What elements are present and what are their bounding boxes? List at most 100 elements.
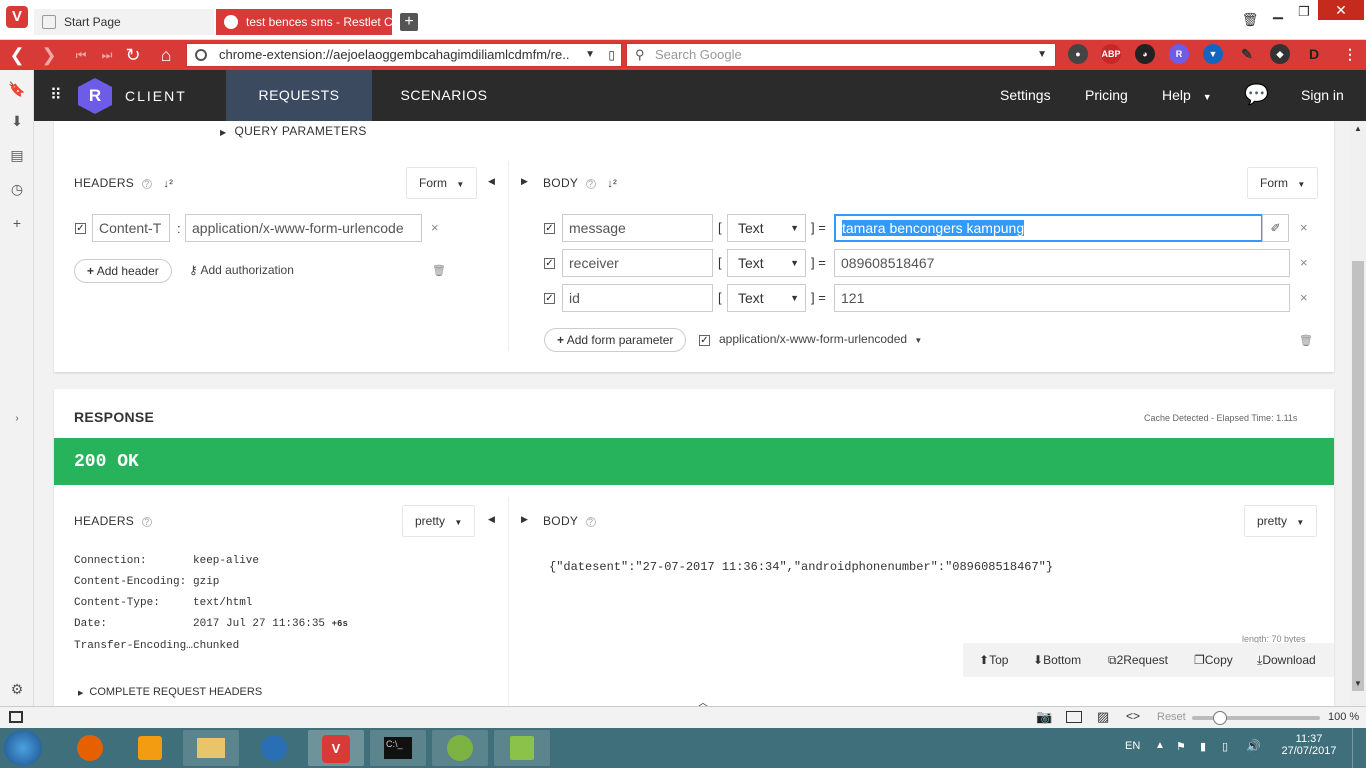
editor-icon[interactable] [494,730,550,766]
remove-param-icon[interactable]: × [1300,255,1308,270]
remove-param-icon[interactable]: × [1300,290,1308,305]
remove-param-icon[interactable]: × [1300,220,1308,235]
response-body-format-select[interactable]: pretty ▼ [1244,505,1318,537]
menu-icon[interactable]: ⋮ [1340,44,1360,64]
sort-icon[interactable]: ↓² [607,178,617,190]
adblock-icon[interactable]: ABP [1101,44,1121,64]
page-scrollbar[interactable]: ▲ ▼ [1350,121,1366,706]
help-icon[interactable]: ? [585,517,596,527]
param-value-input[interactable]: 089608518467 [834,249,1290,277]
chevron-down-icon[interactable]: ▼ [1037,44,1047,66]
reload-icon[interactable]: ↻ [122,44,144,66]
add-panel-icon[interactable]: + [8,214,26,232]
complete-request-headers-toggle[interactable]: ▶ COMPLETE REQUEST HEADERS [78,686,262,698]
home-icon[interactable]: ⌂ [155,44,177,66]
thunderbird-icon[interactable] [246,730,302,766]
search-field[interactable]: ⚲ Search Google ▼ [626,43,1056,67]
param-enabled-checkbox[interactable]: ✓ [544,293,555,304]
headers-mode-select[interactable]: Form ▼ [406,167,478,199]
zoom-slider[interactable] [1192,711,1320,725]
query-parameters-toggle[interactable]: ▶ QUERY PARAMETERS [220,124,367,138]
terminal-icon[interactable]: C:\_ [370,730,426,766]
tray-flag-icon[interactable]: ⚑ [1176,740,1186,753]
remove-header-icon[interactable]: × [431,220,439,235]
downloads-icon[interactable]: ⬇ [8,112,26,130]
help-icon[interactable]: ? [585,179,596,189]
explorer-icon[interactable] [183,730,239,766]
forward-icon[interactable]: ❯ [38,44,60,66]
tab-restlet-client[interactable]: test bences sms - Restlet Cli [216,9,392,35]
reset-zoom-button[interactable]: Reset [1157,711,1186,723]
response-headers-format-select[interactable]: pretty ▼ [402,505,476,537]
panel-expand-icon[interactable]: › [8,410,26,428]
firefox-icon[interactable] [62,730,118,766]
new-tab-button[interactable]: + [400,13,418,31]
param-name-input[interactable]: message [562,214,713,242]
zoom-slider-thumb[interactable] [1213,711,1228,725]
apps-grid-icon[interactable]: ⠿ [50,87,68,105]
param-value-input[interactable]: tamara bencongers kampung [834,214,1263,242]
scroll-up-chevron-icon[interactable]: ︿ [698,694,708,706]
header-enabled-checkbox[interactable]: ✓ [75,223,86,234]
show-desktop-button[interactable] [1352,728,1366,768]
chat-icon[interactable]: 💬 [1244,70,1269,121]
history-icon[interactable]: ◷ [8,180,26,198]
scroll-down-arrow-icon[interactable]: ▼ [1354,679,1362,688]
start-button-icon[interactable] [4,730,42,766]
body-mode-select[interactable]: Form ▼ [1247,167,1319,199]
extension-shield-icon[interactable]: ▼ [1203,44,1223,64]
panel-toggle-icon[interactable] [9,711,23,723]
add-authorization-link[interactable]: ⚷ Add authorization [189,263,294,277]
notes-icon[interactable]: ▤ [8,146,26,164]
privacy-badger-icon[interactable]: ◆ [1270,44,1290,64]
tab-requests[interactable]: REQUESTS [226,70,372,121]
image-icon[interactable]: ▨ [1097,709,1109,725]
extension-mask-icon[interactable]: ◕ [1135,44,1155,64]
delete-params-icon[interactable]: 🗑 [1299,334,1313,347]
sort-icon[interactable]: ↓² [163,178,173,190]
extension-d-icon[interactable]: D [1304,44,1324,64]
media-player-icon[interactable] [122,730,178,766]
param-type-select[interactable]: Text ▼ [727,249,806,277]
settings-link[interactable]: Settings [1000,70,1051,121]
collapse-right-icon[interactable]: ▶ [521,176,528,187]
help-menu[interactable]: Help ▼ [1162,70,1212,121]
code-icon[interactable]: <> [1126,709,1140,723]
scroll-bottom-button[interactable]: ⬇Bottom [1033,645,1081,675]
extension-ninja-icon[interactable]: ● [1068,44,1088,64]
window-icon[interactable] [1066,711,1082,723]
tab-start-page[interactable]: Start Page [34,9,214,35]
rewind-icon[interactable]: ⏮ [70,44,92,66]
param-name-input[interactable]: receiver [562,249,713,277]
eyedropper-icon[interactable]: ✎ [1237,44,1257,64]
camera-icon[interactable]: 📷 [1036,709,1052,725]
sign-in-link[interactable]: Sign in [1301,70,1344,121]
minimize-button[interactable]: ▁ [1268,4,1288,22]
back-icon[interactable]: ❮ [6,44,28,66]
vivaldi-logo[interactable]: V [6,6,28,28]
vivaldi-taskbar-icon[interactable]: V [308,730,364,766]
tray-expand-icon[interactable]: ▲ [1155,740,1165,751]
collapse-left-icon[interactable]: ◀ [488,514,495,525]
url-field[interactable]: chrome-extension://aejoelaoggembcahagimd… [186,43,622,67]
close-window-button[interactable]: ✕ [1318,0,1364,20]
bookmarks-icon[interactable]: 🔖 [8,80,26,98]
trash-icon[interactable]: 🗑 [1240,12,1260,30]
battery-icon[interactable]: ▯ [1222,740,1228,753]
param-type-select[interactable]: Text ▼ [727,214,806,242]
pricing-link[interactable]: Pricing [1085,70,1128,121]
add-header-button[interactable]: + Add header [74,259,172,283]
clock[interactable]: 11:37 27/07/2017 [1278,733,1340,757]
content-type-checkbox[interactable]: ✓ [699,335,710,346]
scrollbar-thumb[interactable] [1352,261,1364,691]
volume-icon[interactable]: 🔊 [1246,739,1261,753]
network-icon[interactable]: ▮ [1200,740,1206,753]
scroll-up-arrow-icon[interactable]: ▲ [1354,124,1362,133]
scroll-top-button[interactable]: ⬆Top [979,645,1008,675]
param-enabled-checkbox[interactable]: ✓ [544,258,555,269]
param-name-input[interactable]: id [562,284,713,312]
chevron-down-icon[interactable]: ▼ [585,44,595,66]
language-indicator[interactable]: EN [1125,740,1140,752]
delete-headers-icon[interactable]: 🗑 [432,264,446,277]
magic-wand-icon[interactable]: ✐ [1262,214,1289,242]
